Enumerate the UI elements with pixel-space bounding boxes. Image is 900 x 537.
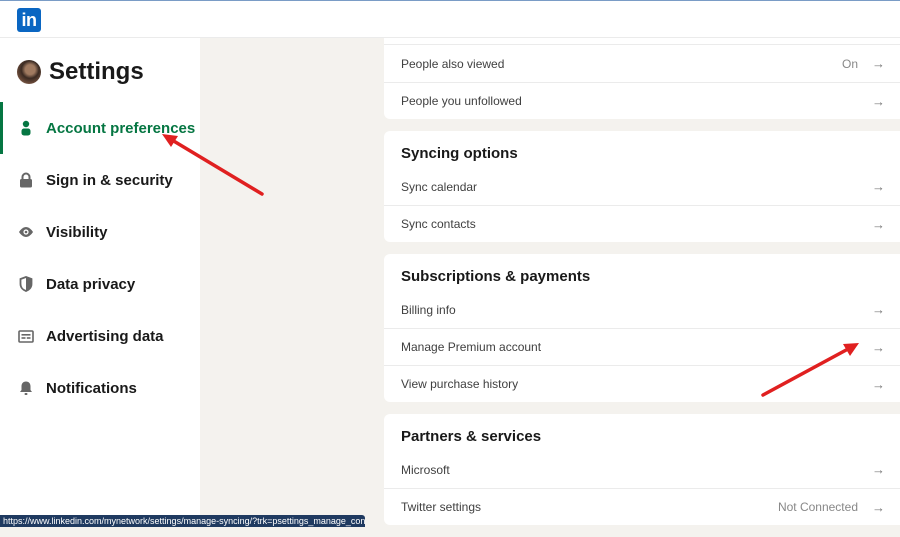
sidebar-item-visibility[interactable]: Visibility	[0, 206, 200, 258]
page-title: Settings	[49, 58, 144, 85]
row-label: Billing info	[401, 302, 456, 317]
sidebar-item-label: Data privacy	[46, 275, 136, 293]
sidebar-item-label: Sign in & security	[46, 171, 173, 189]
arrow-right-icon: →	[872, 93, 885, 109]
row-people-also-viewed[interactable]: People also viewed On →	[384, 45, 900, 82]
status-bar-url: https://www.linkedin.com/mynetwork/setti…	[0, 515, 365, 527]
settings-main: People also viewed On → People you unfol…	[384, 38, 900, 537]
sidebar-item-notifications[interactable]: Notifications	[0, 362, 200, 414]
sidebar-item-account-preferences[interactable]: Account preferences	[0, 102, 200, 154]
arrow-right-icon: →	[872, 302, 885, 317]
row-microsoft[interactable]: Microsoft →	[384, 451, 900, 488]
row-label: Twitter settings	[401, 500, 482, 514]
shield-icon	[18, 276, 34, 292]
row-twitter-settings[interactable]: Twitter settings Not Connected →	[384, 488, 900, 525]
bell-icon	[18, 380, 34, 396]
settings-header: Settings	[17, 58, 144, 86]
settings-nav: Account preferences Sign in & security V…	[0, 102, 200, 414]
card-general-preferences: People also viewed On → People you unfol…	[384, 45, 900, 119]
row-people-you-unfollowed[interactable]: People you unfollowed →	[384, 82, 900, 119]
row-manage-premium-account[interactable]: Manage Premium account →	[384, 328, 900, 365]
section-title: Subscriptions & payments	[401, 268, 591, 285]
row-view-purchase-history[interactable]: View purchase history →	[384, 365, 900, 402]
sidebar-item-advertising-data[interactable]: Advertising data	[0, 310, 200, 362]
section-title: Partners & services	[401, 428, 542, 445]
card-subscriptions-payments: Subscriptions & payments Billing info → …	[384, 254, 900, 402]
row-value: On	[841, 56, 858, 71]
arrow-right-icon: →	[872, 462, 885, 477]
arrow-right-icon: →	[872, 56, 885, 71]
sidebar-item-data-privacy[interactable]: Data privacy	[0, 258, 200, 310]
person-icon	[18, 120, 34, 136]
row-label: Sync contacts	[401, 217, 476, 231]
eye-icon	[18, 224, 34, 240]
arrow-right-icon: →	[872, 216, 885, 232]
sidebar-item-label: Advertising data	[46, 327, 164, 345]
row-value: Not Connected	[777, 500, 858, 514]
row-billing-info[interactable]: Billing info →	[384, 291, 900, 328]
card-syncing-options: Syncing options Sync calendar → Sync con…	[384, 131, 900, 242]
sidebar-item-label: Account preferences	[46, 119, 196, 137]
card-partners-services: Partners & services Microsoft → Twitter …	[384, 414, 900, 525]
sidebar-item-label: Notifications	[46, 379, 137, 397]
lock-icon	[18, 172, 34, 188]
row-label: Sync calendar	[401, 179, 478, 194]
row-label: People also viewed	[401, 56, 505, 71]
ad-card-icon	[18, 328, 34, 344]
linkedin-logo[interactable]: in	[17, 8, 41, 32]
row-sync-calendar[interactable]: Sync calendar →	[384, 168, 900, 205]
settings-sidebar: Settings Account preferences Sign in & s…	[0, 38, 200, 527]
row-label: Microsoft	[401, 462, 450, 477]
avatar[interactable]	[17, 60, 41, 84]
row-label: View purchase history	[401, 377, 519, 391]
arrow-right-icon: →	[872, 179, 885, 194]
row-label: People you unfollowed	[401, 94, 522, 108]
arrow-right-icon: →	[872, 499, 885, 515]
sidebar-item-label: Visibility	[46, 223, 108, 241]
row-label: Manage Premium account	[401, 340, 542, 354]
arrow-right-icon: →	[872, 376, 885, 392]
sidebar-item-sign-in-security[interactable]: Sign in & security	[0, 154, 200, 206]
top-navbar: in	[0, 0, 900, 38]
arrow-right-icon: →	[872, 339, 885, 355]
row-sync-contacts[interactable]: Sync contacts →	[384, 205, 900, 242]
section-title: Syncing options	[401, 145, 518, 162]
